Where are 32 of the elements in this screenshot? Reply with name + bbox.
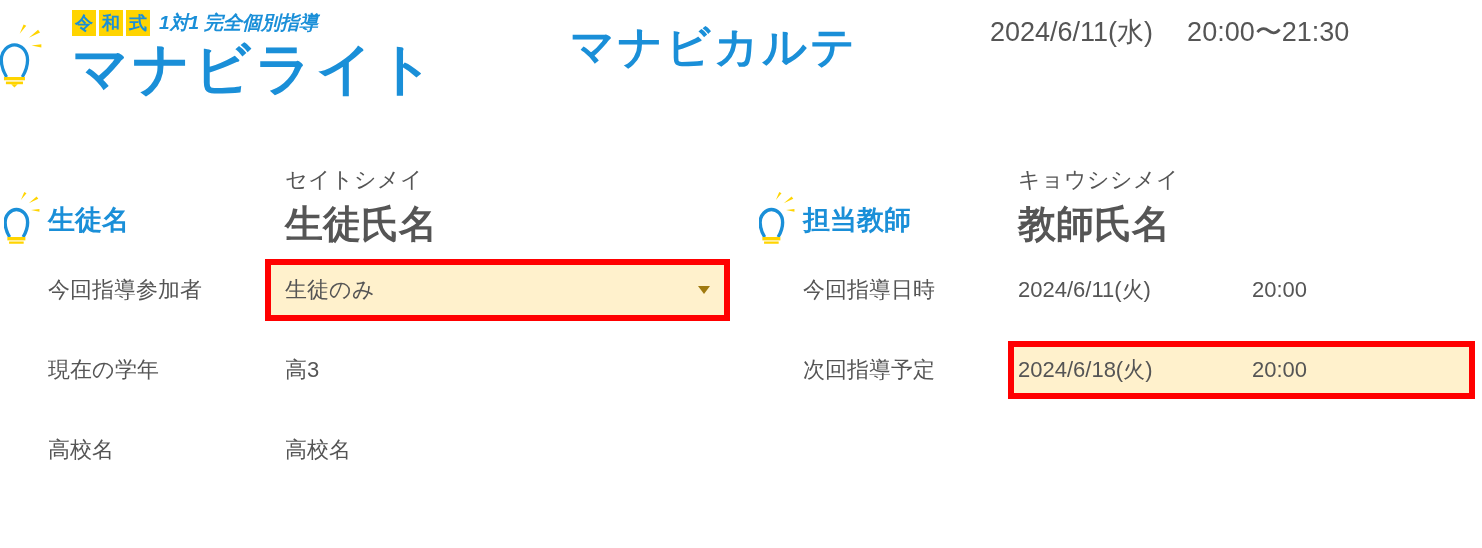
page-title: マナビカルテ [570, 21, 859, 73]
time-text: 20:00 [1252, 277, 1308, 303]
session-time: 20:00〜21:30 [1187, 16, 1350, 49]
field-label: 今回指導日時 [803, 276, 936, 304]
section-label: 担当教師 [803, 204, 911, 237]
section-label: 生徒名 [48, 204, 129, 237]
field-label: 今回指導参加者 [48, 276, 203, 304]
datetime-field[interactable]: 2024/6/11(火) 20:00 [1008, 261, 1475, 319]
participant-dropdown[interactable]: 生徒のみ [265, 259, 730, 321]
field-label: 次回指導予定 [803, 356, 936, 384]
date-text: 2024/6/11(火) [1018, 276, 1152, 304]
logo-badge: 式 [126, 10, 150, 36]
field-value: 高校名 [285, 436, 351, 464]
time-text: 20:00 [1252, 357, 1308, 383]
lightbulb-icon [759, 192, 795, 246]
session-date: 2024/6/11(水) [990, 16, 1154, 49]
logo-wordmark: マナビライト [72, 38, 438, 100]
caret-icon [698, 286, 710, 294]
field-label: 現在の学年 [48, 356, 160, 384]
lightbulb-icon [4, 192, 40, 246]
name-reading: セイトシメイ [285, 166, 424, 194]
field-label: 高校名 [48, 436, 115, 464]
name-reading: キョウシシメイ [1018, 166, 1180, 194]
logo-badge: 和 [99, 10, 123, 36]
lightbulb-icon [0, 23, 42, 88]
date-text: 2024/6/18(火) [1018, 356, 1154, 384]
name-value: 教師氏名 [1018, 202, 1171, 247]
logo-tagline: 1対1 完全個別指導 [159, 11, 319, 35]
field-value: 高3 [285, 356, 320, 384]
datetime-field[interactable]: 2024/6/18(火) 20:00 [1008, 341, 1475, 399]
name-value: 生徒氏名 [285, 202, 438, 247]
logo-badge: 令 [72, 10, 96, 36]
